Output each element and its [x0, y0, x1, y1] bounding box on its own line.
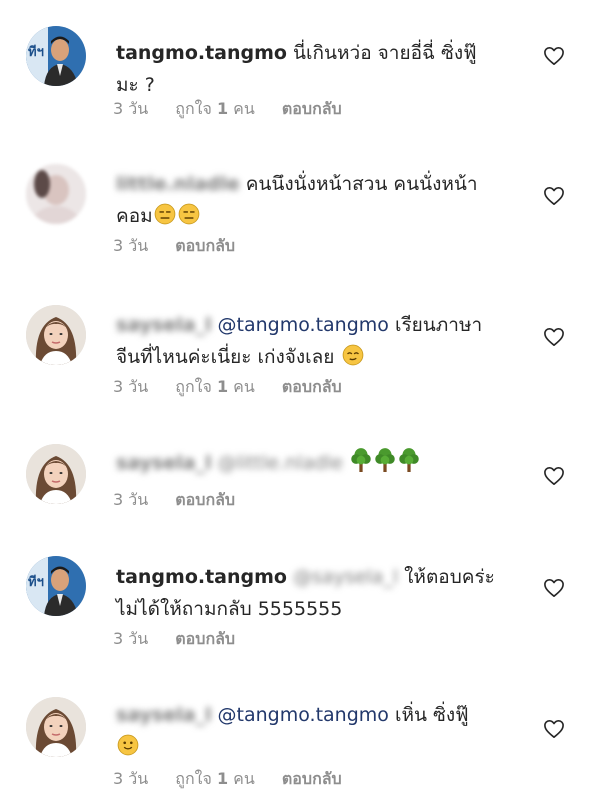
- comment-likes[interactable]: ถูกใจ 1 คน: [175, 99, 255, 118]
- comment-mention[interactable]: @saysela_l: [293, 566, 398, 588]
- relieved-face-emoji: [342, 344, 364, 366]
- comment-meta: 3 วัน ถูกใจ 1 คน ตอบกลับ: [113, 375, 364, 400]
- reply-button[interactable]: ตอบกลับ: [175, 490, 235, 509]
- reply-button[interactable]: ตอบกลับ: [282, 99, 342, 118]
- comment-time: 3 วัน: [113, 377, 149, 396]
- heart-outline-icon[interactable]: [543, 327, 565, 347]
- reply-button[interactable]: ตอบกลับ: [175, 236, 235, 255]
- avatar[interactable]: [26, 305, 86, 365]
- comment-meta: 3 วัน ถูกใจ 1 คน ตอบกลับ: [113, 767, 364, 792]
- comment-body-line1: นี่เกินหว่อ จายอี่ฉี่ ซิ่งฟู๊: [293, 42, 477, 64]
- comment-text: saysela_l @tangmo.tangmo เรียนภาษา จีนที…: [116, 309, 516, 373]
- reply-button[interactable]: ตอบกลับ: [175, 629, 235, 648]
- expressionless-face-emoji: [154, 203, 176, 225]
- reply-button[interactable]: ตอบกลับ: [282, 769, 342, 788]
- comment-username[interactable]: saysela_l: [116, 314, 211, 336]
- comment-username[interactable]: saysela_l: [116, 704, 211, 726]
- reply-button[interactable]: ตอบกลับ: [282, 377, 342, 396]
- slightly-smiling-face-emoji: [117, 734, 139, 756]
- avatar[interactable]: [26, 26, 86, 86]
- comment-time: 3 วัน: [113, 490, 149, 509]
- comment-username[interactable]: tangmo.tangmo: [116, 42, 287, 64]
- comment-body-line2: จีนที่ไหนค่ะเนี่ยะ เก่งจังเลย: [116, 346, 335, 368]
- comment-body-line2: คอม: [116, 205, 153, 227]
- comment-meta: 3 วัน ถูกใจ 1 คน ตอบกลับ: [113, 97, 364, 122]
- avatar[interactable]: [26, 164, 86, 224]
- comment-time: 3 วัน: [113, 99, 149, 118]
- heart-outline-icon[interactable]: [543, 578, 565, 598]
- comment-body-line1: คนนึงนั่งหน้าสวน คนนั่งหน้า: [245, 173, 478, 195]
- comment-item: tangmo.tangmo นี่เกินหว่อ จายอี่ฉี่ ซิ่ง…: [0, 26, 600, 126]
- tree-emoji: [350, 446, 372, 472]
- tree-emoji: [398, 446, 420, 472]
- comment-text: tangmo.tangmo นี่เกินหว่อ จายอี่ฉี่ ซิ่ง…: [116, 37, 516, 101]
- comment-body-line1: ให้ตอบคร่ะ: [404, 566, 495, 588]
- comment-mention[interactable]: @tangmo.tangmo: [218, 704, 389, 726]
- comment-item: saysela_l @little.nladle 3 วัน ตอบกลับ: [0, 444, 600, 524]
- heart-outline-icon[interactable]: [543, 186, 565, 206]
- comment-text: tangmo.tangmo @saysela_l ให้ตอบคร่ะ ไม่ไ…: [116, 561, 516, 625]
- comment-body-line1: เรียนภาษา: [394, 314, 483, 336]
- comment-item: saysela_l @tangmo.tangmo เหิ่น ซิ่งฟู๊ 3…: [0, 697, 600, 791]
- comment-time: 3 วัน: [113, 769, 149, 788]
- comment-body-line1: เหิ่น ซิ่งฟู๊: [394, 704, 469, 726]
- comment-mention[interactable]: @tangmo.tangmo: [218, 314, 389, 336]
- comment-username[interactable]: little.nladle: [116, 173, 240, 195]
- comment-meta: 3 วัน ตอบกลับ: [113, 234, 257, 259]
- comment-username[interactable]: tangmo.tangmo: [116, 566, 287, 588]
- comment-body-line2: ไม่ได้ให้ถามกลับ 5555555: [116, 598, 343, 620]
- avatar[interactable]: [26, 697, 86, 757]
- heart-outline-icon[interactable]: [543, 46, 565, 66]
- comment-time: 3 วัน: [113, 629, 149, 648]
- expressionless-face-emoji: [178, 203, 200, 225]
- comment-text: little.nladle คนนึงนั่งหน้าสวน คนนั่งหน้…: [116, 168, 516, 232]
- heart-outline-icon[interactable]: [543, 719, 565, 739]
- heart-outline-icon[interactable]: [543, 466, 565, 486]
- comment-item: tangmo.tangmo @saysela_l ให้ตอบคร่ะ ไม่ไ…: [0, 556, 600, 656]
- comment-likes[interactable]: ถูกใจ 1 คน: [175, 769, 255, 788]
- tree-emoji: [374, 446, 396, 472]
- comment-username[interactable]: saysela_l: [116, 452, 211, 474]
- comment-meta: 3 วัน ตอบกลับ: [113, 627, 257, 652]
- comment-time: 3 วัน: [113, 236, 149, 255]
- comment-text: saysela_l @little.nladle: [116, 446, 516, 479]
- comment-mention[interactable]: @little.nladle: [218, 452, 343, 474]
- comment-item: saysela_l @tangmo.tangmo เรียนภาษา จีนที…: [0, 305, 600, 405]
- comment-text: saysela_l @tangmo.tangmo เหิ่น ซิ่งฟู๊: [116, 699, 516, 763]
- comment-body-line2: มะ ?: [116, 74, 155, 96]
- avatar[interactable]: [26, 556, 86, 616]
- comment-likes[interactable]: ถูกใจ 1 คน: [175, 377, 255, 396]
- avatar[interactable]: [26, 444, 86, 504]
- comment-item: little.nladle คนนึงนั่งหน้าสวน คนนั่งหน้…: [0, 164, 600, 264]
- comment-meta: 3 วัน ตอบกลับ: [113, 488, 257, 513]
